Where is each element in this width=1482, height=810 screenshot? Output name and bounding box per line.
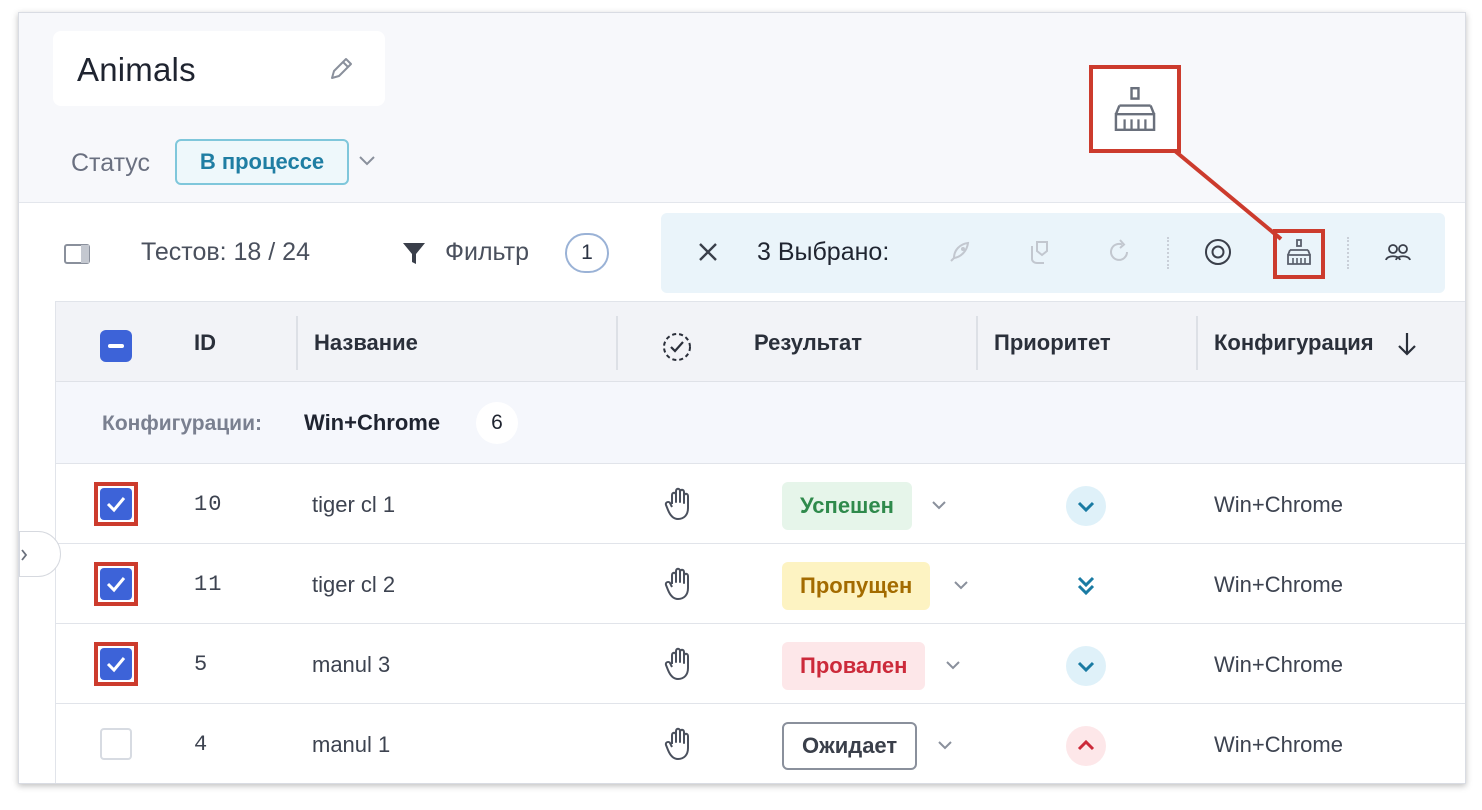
table-row[interactable]: 4 manul 1 Ожидает Win+Chrome (56, 704, 1465, 783)
chevron-down-icon[interactable] (936, 738, 954, 752)
toolbar-divider (1347, 237, 1349, 269)
title-card: Animals (53, 31, 385, 106)
column-divider (1196, 316, 1198, 370)
hand-icon (664, 487, 689, 520)
filter-button[interactable]: Фильтр (445, 238, 529, 267)
run-header: Animals Статус В процессе (19, 13, 1465, 203)
target-icon[interactable] (1203, 237, 1233, 267)
chevron-down-icon[interactable] (357, 153, 377, 169)
table-header: ID Название Результат Приоритет Конфигур… (56, 302, 1465, 382)
broom-icon-enlarged (1114, 86, 1156, 132)
tests-count: Тестов: 18 / 24 (141, 238, 310, 266)
cell-name[interactable]: manul 3 (312, 652, 390, 678)
status-badge[interactable]: В процессе (175, 139, 349, 185)
result-badge[interactable]: Пропущен (782, 562, 931, 610)
edit-pencil-icon[interactable] (325, 53, 357, 85)
close-icon[interactable] (695, 239, 721, 265)
chevron-down-icon[interactable] (944, 658, 962, 672)
toolbar-divider (1167, 237, 1169, 269)
cell-id: 10 (194, 492, 223, 517)
result-badge[interactable]: Успешен (782, 482, 912, 530)
column-header-priority[interactable]: Приоритет (994, 330, 1111, 356)
table-row[interactable]: 5 manul 3 Провален Win+Chrome (56, 624, 1465, 704)
rocket-icon[interactable] (945, 237, 975, 267)
cell-name[interactable]: manul 1 (312, 732, 390, 758)
column-divider (296, 316, 298, 370)
broom-callout (1089, 65, 1181, 153)
chevron-right-icon (21, 549, 28, 561)
column-header-name[interactable]: Название (314, 330, 418, 356)
column-header-result[interactable]: Результат (754, 330, 862, 356)
column-header-id[interactable]: ID (194, 330, 216, 356)
checkmark-icon (106, 577, 126, 593)
result-badge[interactable]: Ожидает (782, 722, 918, 770)
row-checkbox[interactable] (100, 488, 132, 520)
table-row[interactable]: 10 tiger cl 1 Успешен Win+Chrome (56, 464, 1465, 544)
filter-count-badge: 1 (565, 233, 609, 273)
group-label: Конфигурации: (102, 412, 262, 435)
priority-low-icon[interactable] (1066, 486, 1106, 526)
reassign-icon[interactable] (1025, 237, 1055, 267)
selected-count: 3 Выбрано: (757, 238, 890, 266)
users-icon[interactable] (1383, 237, 1413, 267)
row-checkbox[interactable] (100, 728, 132, 760)
column-header-config[interactable]: Конфигурация (1214, 330, 1374, 356)
cell-name[interactable]: tiger cl 1 (312, 492, 395, 518)
selection-bar: 3 Выбрано: (661, 213, 1445, 293)
row-checkbox[interactable] (100, 648, 132, 680)
hand-icon (664, 727, 689, 760)
page-title: Animals (77, 51, 196, 88)
row-checkbox[interactable] (100, 568, 132, 600)
group-count-badge: 6 (476, 402, 518, 444)
result-badge[interactable]: Провален (782, 642, 926, 690)
app-window: Animals Статус В процессе Тестов: 18 / 2… (18, 12, 1466, 784)
tests-table: ID Название Результат Приоритет Конфигур… (55, 301, 1465, 783)
table-row[interactable]: 11 tiger cl 2 Пропущен Win+Chrome (56, 544, 1465, 624)
priority-lowest-icon[interactable] (1066, 566, 1106, 606)
hand-icon (664, 567, 689, 600)
cell-config: Win+Chrome (1214, 572, 1343, 597)
column-divider (976, 316, 978, 370)
cell-id: 5 (194, 652, 209, 677)
priority-low-icon[interactable] (1066, 646, 1106, 686)
status-label: Статус (71, 149, 151, 177)
status-check-icon (663, 333, 691, 361)
checkmark-icon (106, 497, 126, 513)
chevron-down-icon[interactable] (952, 578, 970, 592)
cell-id: 11 (194, 572, 223, 597)
group-row[interactable]: Конфигурации: Win+Chrome 6 (56, 382, 1465, 464)
filter-icon[interactable] (401, 239, 427, 267)
cell-config: Win+Chrome (1214, 492, 1343, 517)
chevron-down-icon[interactable] (930, 498, 948, 512)
select-all-checkbox[interactable] (100, 330, 132, 362)
side-panel-icon[interactable] (63, 243, 91, 265)
broom-highlight (1273, 229, 1325, 279)
refresh-icon[interactable] (1105, 237, 1135, 267)
priority-high-icon[interactable] (1066, 726, 1106, 766)
hand-icon (664, 647, 689, 680)
cell-name[interactable]: tiger cl 2 (312, 572, 395, 598)
cell-config: Win+Chrome (1214, 652, 1343, 677)
cell-config: Win+Chrome (1214, 732, 1343, 757)
checkmark-icon (106, 657, 126, 673)
column-divider (616, 316, 618, 370)
cell-id: 4 (194, 732, 209, 757)
group-value: Win+Chrome (304, 410, 441, 435)
arrow-down-icon[interactable] (1396, 330, 1418, 358)
